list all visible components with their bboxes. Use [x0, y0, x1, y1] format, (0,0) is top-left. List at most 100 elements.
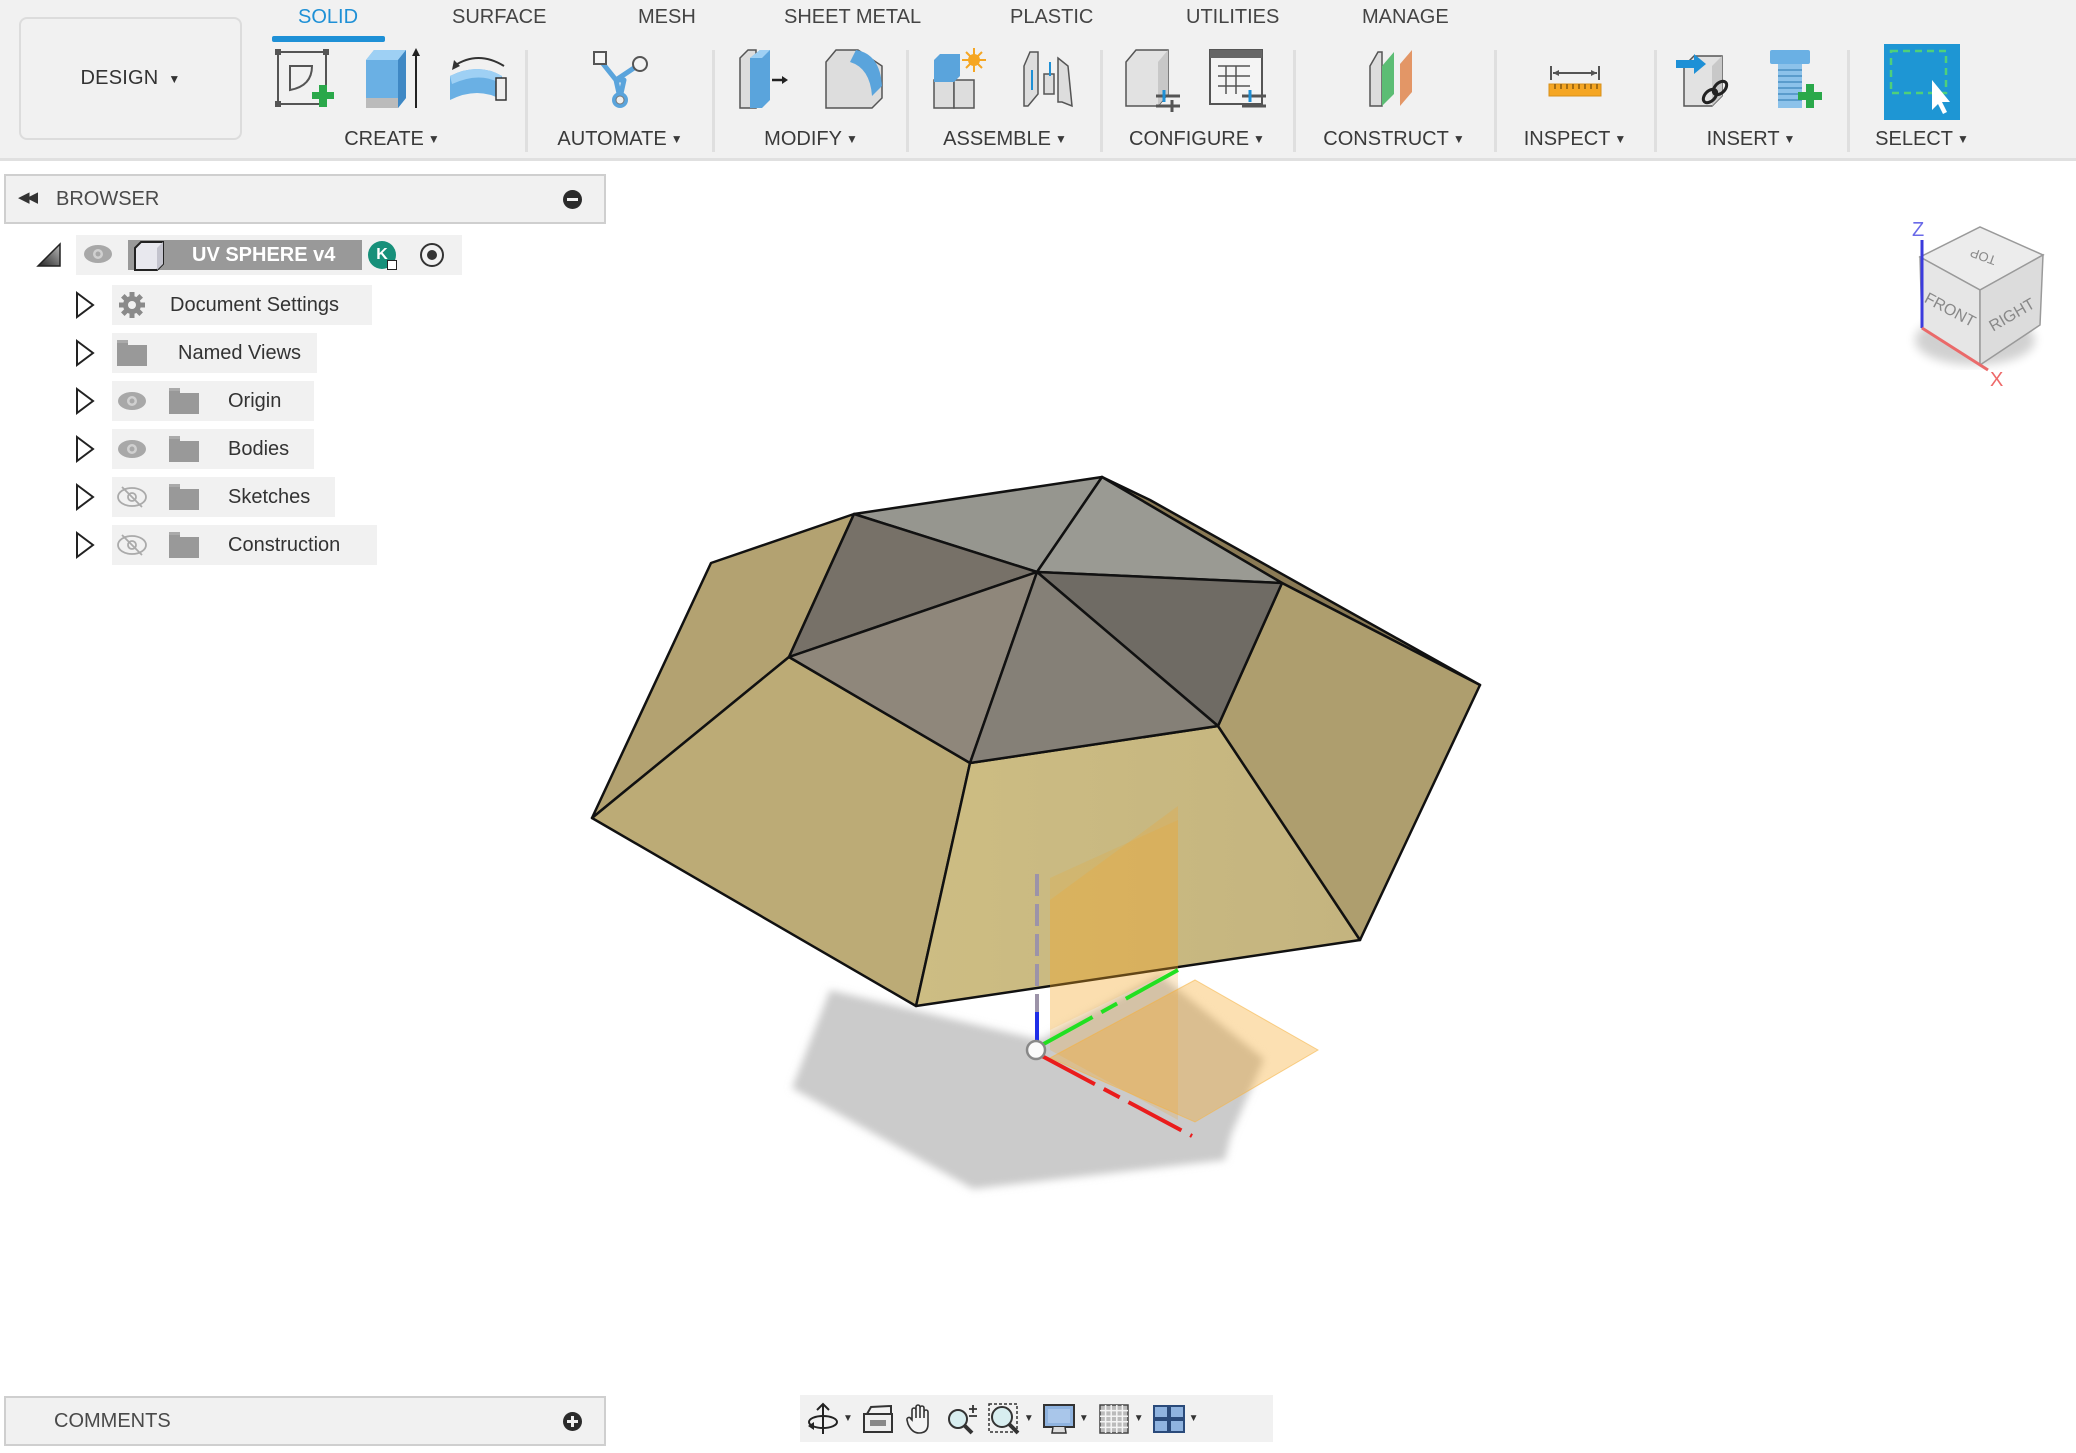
- create-sketch-icon[interactable]: [272, 46, 340, 114]
- activate-radio-icon[interactable]: [418, 241, 446, 269]
- display-settings-button[interactable]: ▼: [1042, 1402, 1089, 1436]
- group-assemble-menu[interactable]: ASSEMBLE ▼: [910, 128, 1100, 151]
- view-cube-x-label: X: [1990, 369, 2003, 390]
- offset-plane-icon[interactable]: [1360, 46, 1428, 114]
- extrude-icon[interactable]: [358, 46, 426, 114]
- comments-title: COMMENTS: [54, 1410, 171, 1432]
- workspace-switcher[interactable]: DESIGN ▼: [19, 17, 242, 140]
- tab-utilities[interactable]: UTILITIES: [1186, 6, 1279, 29]
- browser-node-label: Bodies: [228, 438, 290, 460]
- configuration-table-icon[interactable]: [1206, 46, 1274, 114]
- browser-node-row[interactable]: Construction: [0, 523, 620, 567]
- joint-icon[interactable]: [1014, 46, 1082, 114]
- group-construct-menu[interactable]: CONSTRUCT ▼: [1296, 128, 1492, 151]
- measure-icon[interactable]: [1541, 46, 1609, 114]
- browser-node-row[interactable]: Origin: [0, 379, 620, 423]
- insert-fastener-icon[interactable]: [1760, 46, 1828, 114]
- select-window-icon[interactable]: [1884, 44, 1960, 120]
- chevron-down-icon: ▼: [670, 132, 683, 146]
- fillet-icon[interactable]: [820, 46, 888, 114]
- browser-node-label: Sketches: [228, 486, 311, 508]
- browser-node-row[interactable]: Document Settings: [0, 283, 620, 327]
- chevron-down-icon: ▼: [1188, 1413, 1199, 1424]
- orbit-button[interactable]: ▼: [806, 1402, 853, 1436]
- group-automate-menu[interactable]: AUTOMATE ▼: [530, 128, 710, 151]
- browser-node-label: Construction: [228, 534, 341, 556]
- visibility-eye-icon[interactable]: [116, 437, 148, 461]
- folder-icon: [169, 532, 199, 558]
- chevron-down-icon: ▼: [1054, 132, 1067, 146]
- group-create-menu[interactable]: CREATE ▼: [262, 128, 522, 151]
- group-automate: AUTOMATE ▼: [530, 46, 710, 152]
- tab-surface[interactable]: SURFACE: [452, 6, 546, 29]
- fit-button[interactable]: ▼: [987, 1402, 1034, 1436]
- expand-triangle-icon[interactable]: [74, 435, 96, 463]
- group-label: ASSEMBLE: [943, 128, 1051, 150]
- automate-icon[interactable]: [586, 46, 654, 114]
- chevron-down-icon: ▼: [168, 71, 181, 86]
- group-insert: INSERT ▼: [1656, 46, 1846, 152]
- viewports-button[interactable]: ▼: [1152, 1402, 1199, 1436]
- browser-node-label: Origin: [228, 390, 282, 412]
- group-label: CONFIGURE: [1129, 128, 1250, 150]
- browser-panel-header: ◀◀ BROWSER: [4, 174, 606, 224]
- group-inspect: INSPECT ▼: [1498, 46, 1652, 152]
- visibility-eye-icon[interactable]: [116, 389, 148, 413]
- collapse-panel-icon[interactable]: ◀◀: [18, 188, 38, 206]
- folder-icon: [169, 436, 199, 462]
- chevron-down-icon: ▼: [427, 132, 440, 146]
- browser-node-label: Document Settings: [170, 294, 339, 316]
- group-create: CREATE ▼: [262, 46, 522, 152]
- toolbar-divider: [712, 50, 715, 152]
- grid-snaps-button[interactable]: ▼: [1097, 1402, 1144, 1436]
- add-comment-icon[interactable]: [563, 1412, 582, 1431]
- chevron-down-icon: ▼: [1956, 132, 1969, 146]
- tab-manage[interactable]: MANAGE: [1362, 6, 1449, 29]
- visibility-eye-icon[interactable]: [82, 242, 114, 266]
- fit-window-icon: [988, 1402, 1020, 1434]
- expand-triangle-icon[interactable]: [74, 531, 96, 559]
- new-component-icon[interactable]: [928, 46, 996, 114]
- revolve-icon[interactable]: [444, 46, 512, 114]
- expand-triangle-icon[interactable]: [74, 483, 96, 511]
- user-avatar-badge[interactable]: K: [368, 241, 397, 270]
- comments-panel: COMMENTS: [4, 1396, 606, 1446]
- body-uv-sphere[interactable]: [590, 475, 1482, 1008]
- hidden-eye-icon[interactable]: [116, 533, 148, 557]
- collapse-triangle-icon[interactable]: [36, 242, 62, 268]
- press-pull-icon[interactable]: [734, 46, 802, 114]
- toolbar-divider: [1100, 50, 1103, 152]
- pan-button[interactable]: [903, 1402, 937, 1436]
- group-select-menu[interactable]: SELECT ▼: [1852, 128, 1992, 151]
- toolbar-divider: [1494, 50, 1497, 152]
- component-icon: [134, 241, 164, 271]
- tab-mesh[interactable]: MESH: [638, 6, 696, 29]
- browser-node-row[interactable]: Named Views: [0, 331, 620, 375]
- hidden-eye-icon[interactable]: [116, 485, 148, 509]
- ribbon-toolbar: DESIGN ▼ SOLID SURFACE MESH SHEET METAL P…: [0, 0, 2076, 161]
- tab-solid[interactable]: SOLID: [298, 6, 358, 29]
- group-inspect-menu[interactable]: INSPECT ▼: [1498, 128, 1652, 151]
- browser-node-row[interactable]: Bodies: [0, 427, 620, 471]
- minimize-icon[interactable]: [563, 190, 582, 209]
- expand-triangle-icon[interactable]: [74, 387, 96, 415]
- insert-derive-icon[interactable]: [1674, 46, 1742, 114]
- group-insert-menu[interactable]: INSERT ▼: [1656, 128, 1846, 151]
- pan-icon: [906, 1403, 929, 1434]
- grid-snaps-icon: [1098, 1403, 1129, 1434]
- chevron-down-icon: ▼: [1023, 1413, 1034, 1424]
- chevron-down-icon: ▼: [1133, 1413, 1144, 1424]
- group-configure-menu[interactable]: CONFIGURE ▼: [1104, 128, 1290, 151]
- group-configure: CONFIGURE ▼: [1104, 46, 1290, 152]
- browser-node-row[interactable]: Sketches: [0, 475, 620, 519]
- expand-triangle-icon[interactable]: [74, 339, 96, 367]
- tab-plastic[interactable]: PLASTIC: [1010, 6, 1093, 29]
- look-at-button[interactable]: [861, 1402, 895, 1436]
- zoom-button[interactable]: [945, 1402, 979, 1436]
- view-cube[interactable]: TOP FRONT RIGHT Z X: [1880, 200, 2050, 390]
- origin-point[interactable]: [1025, 1039, 1047, 1061]
- group-modify-menu[interactable]: MODIFY ▼: [716, 128, 906, 151]
- configure-model-icon[interactable]: [1120, 46, 1188, 114]
- expand-triangle-icon[interactable]: [74, 291, 96, 319]
- tab-sheet-metal[interactable]: SHEET METAL: [784, 6, 921, 29]
